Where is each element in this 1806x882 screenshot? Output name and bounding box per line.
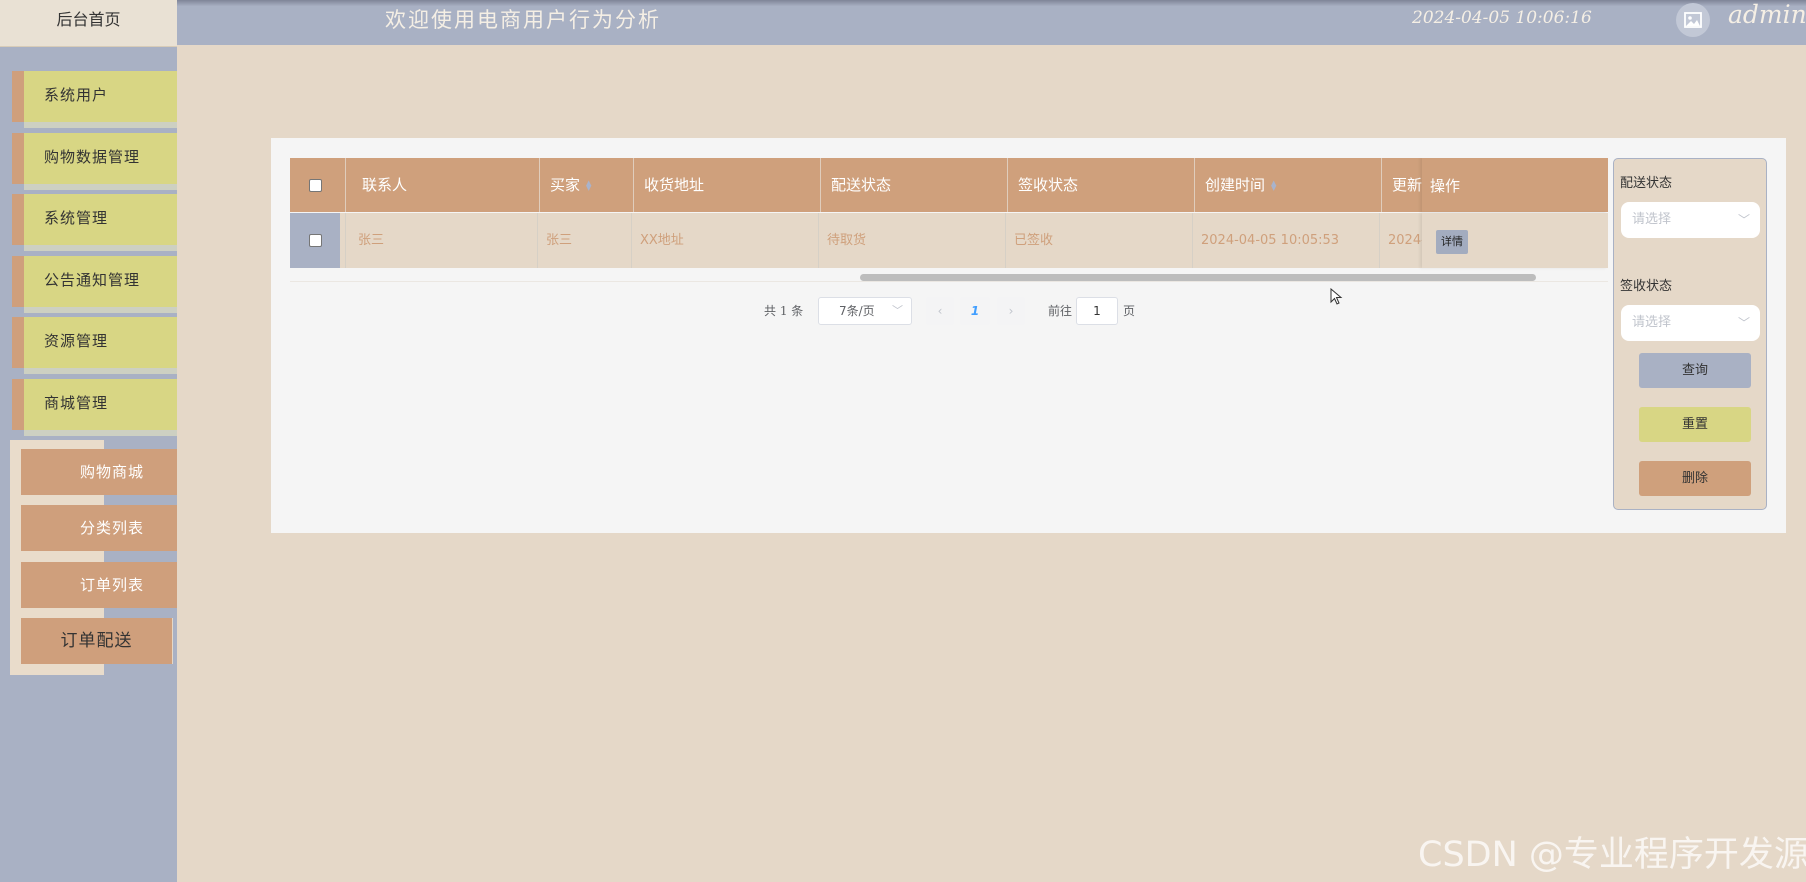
cell-sign-status: 已签收 (1006, 213, 1193, 268)
home-tab[interactable]: 后台首页 (0, 0, 177, 47)
filter-panel: 配送状态 请选择 ﹀ 签收状态 请选择 ﹀ 查询 重置 删除 (1613, 158, 1767, 510)
top-bar: 欢迎使用电商用户行为分析 2024-04-05 10:06:16 admin (0, 0, 1806, 45)
column-header-delivery-status: 配送状态 (821, 158, 1008, 212)
horizontal-scrollbar[interactable] (860, 274, 1536, 281)
avatar[interactable] (1676, 3, 1710, 37)
submenu-item-category-list[interactable]: 分类列表 (21, 505, 177, 551)
submenu-item-shopping-mall[interactable]: 购物商城 (21, 449, 177, 495)
cell-buyer: 张三 (538, 213, 632, 268)
chevron-right-icon: › (1008, 304, 1014, 318)
table-row: 张三 张三 XX地址 待取货 已签收 2024-04-05 10:05:53 2… (290, 213, 1608, 268)
row-index-cell (340, 213, 346, 268)
sign-status-select[interactable]: 请选择 ﹀ (1621, 305, 1760, 341)
username[interactable]: admin (1728, 0, 1806, 29)
cell-address: XX地址 (632, 213, 819, 268)
column-header-contact: 联系人 (352, 158, 540, 212)
cell-created: 2024-04-05 10:05:53 (1193, 213, 1380, 268)
reset-button[interactable]: 重置 (1639, 407, 1751, 442)
chevron-down-icon: ﹀ (892, 304, 903, 317)
column-header-created[interactable]: 创建时间 ▲ ▼ (1195, 158, 1382, 212)
index-column-header (340, 158, 346, 212)
watermark: CSDN @专业程序开发源 (1418, 835, 1806, 875)
image-icon (1684, 12, 1702, 28)
column-header-sign-status: 签收状态 (1008, 158, 1195, 212)
submenu-item-order-delivery[interactable]: 订单配送 (21, 618, 173, 664)
column-header-buyer[interactable]: 买家 ▲ ▼ (540, 158, 634, 212)
delivery-status-label: 配送状态 (1620, 176, 1673, 191)
goto-unit-label: 页 (1123, 304, 1136, 318)
sidebar-item-shopping-data[interactable]: 购物数据管理 (12, 133, 177, 190)
chevron-left-icon: ‹ (937, 304, 943, 318)
goto-label: 前往 (1048, 304, 1073, 318)
page-size-select[interactable]: 7条/页 ﹀ (818, 297, 912, 325)
detail-button[interactable]: 详情 (1436, 230, 1468, 254)
chevron-down-icon: ﹀ (1737, 316, 1750, 330)
sort-icon[interactable]: ▲ ▼ (1271, 179, 1276, 191)
mouse-cursor-icon (1330, 288, 1343, 305)
sign-status-placeholder: 请选择 (1632, 315, 1672, 330)
prev-page-button[interactable]: ‹ (926, 297, 954, 325)
cell-delivery-status: 待取货 (819, 213, 1006, 268)
sidebar-item-system-users[interactable]: 系统用户 (12, 71, 177, 128)
search-button[interactable]: 查询 (1639, 353, 1751, 388)
chevron-down-icon: ﹀ (1737, 213, 1750, 227)
delivery-status-select[interactable]: 请选择 ﹀ (1621, 202, 1760, 238)
submenu-item-order-list[interactable]: 订单列表 (21, 562, 177, 608)
row-select-cell (290, 213, 340, 268)
column-header-created-label: 创建时间 (1205, 176, 1266, 194)
column-header-address: 收货地址 (634, 158, 821, 212)
select-all-cell (290, 158, 340, 212)
sort-icon[interactable]: ▲ ▼ (586, 179, 591, 191)
delete-button[interactable]: 删除 (1639, 461, 1751, 496)
column-header-actions: 操作 (1422, 158, 1608, 212)
delivery-table: 联系人 买家 ▲ ▼ 收货地址 配送状态 签收状态 创建时间 ▲ ▼ 更新 操作 张三 … (290, 158, 1608, 280)
sidebar-item-announcements[interactable]: 公告通知管理 (12, 256, 177, 313)
sidebar-item-resources[interactable]: 资源管理 (12, 317, 177, 374)
table-header: 联系人 买家 ▲ ▼ 收货地址 配送状态 签收状态 创建时间 ▲ ▼ 更新 (290, 158, 1608, 212)
cell-actions: 详情 (1422, 213, 1608, 268)
select-all-checkbox[interactable] (308, 178, 322, 192)
welcome-title: 欢迎使用电商用户行为分析 (385, 8, 661, 32)
pagination-total: 共 1 条 (764, 304, 804, 318)
row-checkbox[interactable] (308, 234, 322, 247)
cell-contact: 张三 (350, 213, 538, 268)
sidebar-item-mall[interactable]: 商城管理 (12, 379, 177, 436)
delivery-status-placeholder: 请选择 (1632, 212, 1672, 227)
current-page-button[interactable]: 1 (960, 297, 990, 325)
table-bottom-divider (290, 281, 1608, 282)
goto-page-input[interactable]: 1 (1076, 297, 1118, 325)
current-datetime: 2024-04-05 10:06:16 (1412, 8, 1592, 28)
column-header-buyer-label: 买家 (550, 176, 581, 194)
page-size-value: 7条/页 (839, 304, 875, 318)
sidebar-item-system-management[interactable]: 系统管理 (12, 194, 177, 251)
sign-status-label: 签收状态 (1620, 279, 1673, 294)
next-page-button[interactable]: › (997, 297, 1025, 325)
